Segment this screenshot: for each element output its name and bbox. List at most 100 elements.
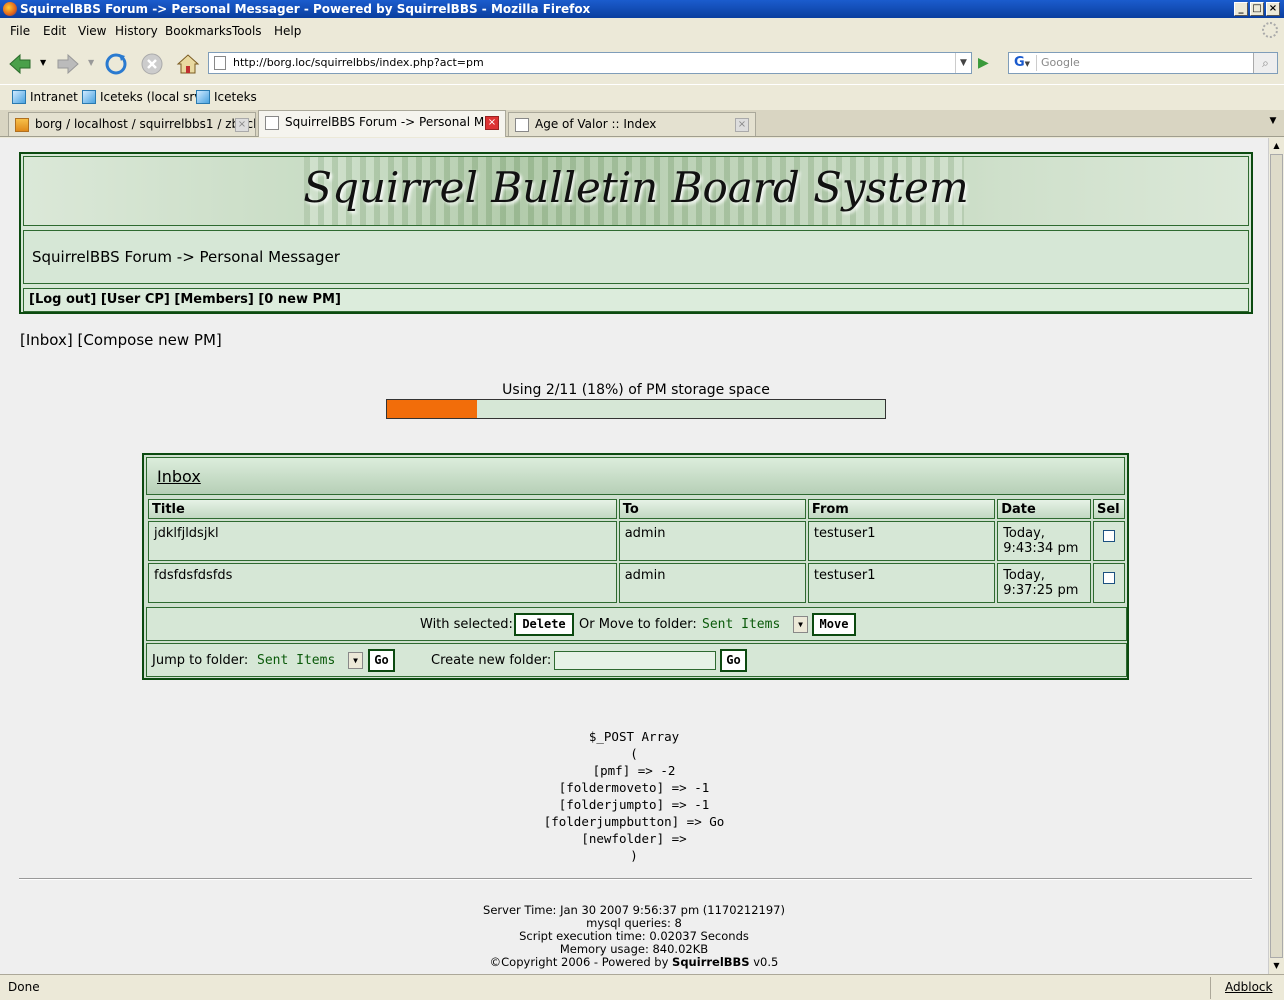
user-links[interactable]: [Log out] [User CP] [Members] [0 new PM] (23, 288, 1249, 312)
message-select-cell (1093, 563, 1125, 603)
with-selected-label: With selected: (420, 617, 513, 632)
bookmark-label: Iceteks (214, 90, 257, 104)
search-box[interactable]: G▼ Google ⌕ (1008, 52, 1278, 74)
go-arrow-icon[interactable]: ▶ (978, 54, 996, 72)
tab-label: borg / localhost / squirrelbbs1 / zbacl … (35, 117, 256, 131)
message-title-link[interactable]: fdsfdsfdsfds (148, 563, 617, 603)
close-tab-icon[interactable]: × (235, 118, 249, 132)
menu-history[interactable]: History (115, 24, 158, 38)
forum-logo: Squirrel Bulletin Board System (303, 163, 969, 212)
tab-label: SquirrelBBS Forum -> Personal M... (285, 115, 496, 129)
window-titlebar: SquirrelBBS Forum -> Personal Messager -… (0, 0, 1284, 18)
bookmark-iceteks[interactable]: Iceteks (196, 90, 257, 104)
chevron-down-icon[interactable]: ▼ (793, 616, 808, 633)
forward-icon[interactable] (56, 52, 80, 76)
pm-nav-links[interactable]: [Inbox] [Compose new PM] (20, 331, 222, 349)
chevron-down-icon[interactable]: ▼ (348, 652, 363, 669)
menu-file[interactable]: File (10, 24, 30, 38)
post-dump-line: [newfolder] => (581, 831, 687, 846)
date-day: Today, (1003, 526, 1045, 541)
tab-phpmyadmin[interactable]: borg / localhost / squirrelbbs1 / zbacl … (8, 112, 256, 136)
google-engine-icon[interactable]: G▼ (1011, 55, 1037, 71)
bookmarks-toolbar: Intranet Iceteks (local srv) Iceteks (0, 84, 1284, 110)
page-footer: Server Time: Jan 30 2007 9:56:37 pm (117… (0, 904, 1268, 969)
move-folder-select[interactable]: Sent Items ▼ (696, 614, 808, 635)
jump-to-folder-label: Jump to folder: (152, 653, 249, 668)
jump-go-button[interactable]: Go (368, 649, 395, 672)
post-array-dump: $_POST Array ([pmf] => -2 [foldermoveto] =… (0, 728, 1268, 864)
window-title: SquirrelBBS Forum -> Personal Messager -… (20, 2, 591, 16)
close-tab-icon[interactable]: × (735, 118, 749, 132)
tab-bar: borg / localhost / squirrelbbs1 / zbacl … (0, 110, 1284, 137)
status-text: Done (8, 980, 40, 994)
bookmark-intranet[interactable]: Intranet (12, 90, 78, 104)
scroll-down-icon[interactable]: ▼ (1269, 958, 1284, 974)
back-dropdown-icon[interactable]: ▼ (40, 58, 46, 67)
vertical-scrollbar[interactable]: ▲ ▼ (1268, 138, 1284, 974)
inbox-panel: Inbox Title To From Date Sel jdklfjldsjk… (142, 453, 1129, 680)
copyright-prefix: ©Copyright 2006 - Powered by (489, 955, 673, 969)
address-bar[interactable]: http://borg.loc/squirrelbbs/index.php?ac… (208, 52, 972, 74)
close-tab-icon[interactable]: × (485, 116, 499, 130)
message-from: testuser1 (807, 563, 996, 603)
home-icon[interactable] (176, 52, 200, 76)
stop-icon[interactable] (140, 52, 164, 76)
menu-help[interactable]: Help (274, 24, 301, 38)
tab-squirrelbbs[interactable]: SquirrelBBS Forum -> Personal M... × (258, 110, 506, 137)
maximize-button[interactable]: □ (1250, 2, 1264, 16)
new-folder-input[interactable] (554, 651, 716, 670)
message-title-link[interactable]: jdklfjldsjkl (148, 521, 617, 561)
tab-age-of-valor[interactable]: Age of Valor :: Index × (508, 112, 756, 136)
bookmark-iceteks-local[interactable]: Iceteks (local srv) (82, 90, 206, 104)
scrollbar-thumb[interactable] (1270, 154, 1283, 958)
folder-title[interactable]: Inbox (146, 457, 1125, 495)
forum-header: Squirrel Bulletin Board System SquirrelB… (19, 152, 1253, 314)
menu-bookmarks[interactable]: Bookmarks (165, 24, 232, 38)
breadcrumb: SquirrelBBS Forum -> Personal Messager (23, 230, 1249, 284)
search-placeholder: Google (1041, 56, 1080, 69)
message-select-checkbox[interactable] (1103, 572, 1115, 584)
status-bar: Done Adblock (0, 974, 1284, 1000)
back-icon[interactable] (8, 52, 32, 76)
minimize-button[interactable]: _ (1234, 2, 1248, 16)
tab-label: Age of Valor :: Index (535, 117, 657, 131)
delete-button[interactable]: Delete (514, 613, 574, 636)
storage-progress-fill (387, 400, 477, 418)
post-dump-line: [folderjumpbutton] => Go (543, 814, 725, 829)
post-dump-line: $_POST Array (588, 729, 680, 744)
post-dump-line: [folderjumpto] => -1 (558, 797, 710, 812)
move-folder-value: Sent Items (702, 617, 781, 632)
throbber-icon (1262, 22, 1278, 38)
folder-jump-row: Jump to folder: Sent Items ▼ Go Create ne… (146, 643, 1127, 677)
bulk-action-row: With selected: Delete Or Move to folder:… (146, 607, 1127, 641)
footer-divider (19, 878, 1252, 880)
copyright-brand-link[interactable]: SquirrelBBS (672, 955, 750, 969)
post-dump-line: [pmf] => -2 (592, 763, 676, 778)
message-from: testuser1 (807, 521, 996, 561)
forward-dropdown-icon[interactable]: ▼ (88, 58, 94, 67)
create-folder-go-button[interactable]: Go (720, 649, 747, 672)
date-day: Today, (1003, 568, 1045, 583)
message-select-checkbox[interactable] (1103, 530, 1115, 542)
copyright: ©Copyright 2006 - Powered by SquirrelBBS… (0, 956, 1268, 969)
bookmark-icon (82, 90, 96, 104)
menu-tools[interactable]: Tools (232, 24, 262, 38)
page-icon (214, 56, 226, 70)
tab-list-dropdown-icon[interactable]: ▼ (1266, 116, 1280, 130)
jump-folder-select[interactable]: Sent Items ▼ (251, 650, 363, 671)
adblock-link[interactable]: Adblock (1210, 977, 1284, 999)
move-to-folder-label: Or Move to folder: (579, 617, 697, 632)
messages-table: Title To From Date Sel jdklfjldsjkl admi… (146, 497, 1127, 605)
url-dropdown-icon[interactable]: ▼ (955, 53, 971, 73)
search-icon[interactable]: ⌕ (1253, 53, 1277, 73)
reload-icon[interactable] (104, 52, 128, 76)
close-window-button[interactable]: × (1266, 2, 1280, 16)
url-text: http://borg.loc/squirrelbbs/index.php?ac… (233, 56, 484, 69)
scroll-up-icon[interactable]: ▲ (1269, 138, 1284, 154)
menu-edit[interactable]: Edit (43, 24, 66, 38)
menu-view[interactable]: View (78, 24, 106, 38)
move-button[interactable]: Move (812, 613, 856, 636)
forum-banner: Squirrel Bulletin Board System (23, 156, 1249, 226)
jump-folder-value: Sent Items (257, 653, 336, 668)
table-row: jdklfjldsjkl admin testuser1 Today, 9:43:… (148, 521, 1125, 561)
